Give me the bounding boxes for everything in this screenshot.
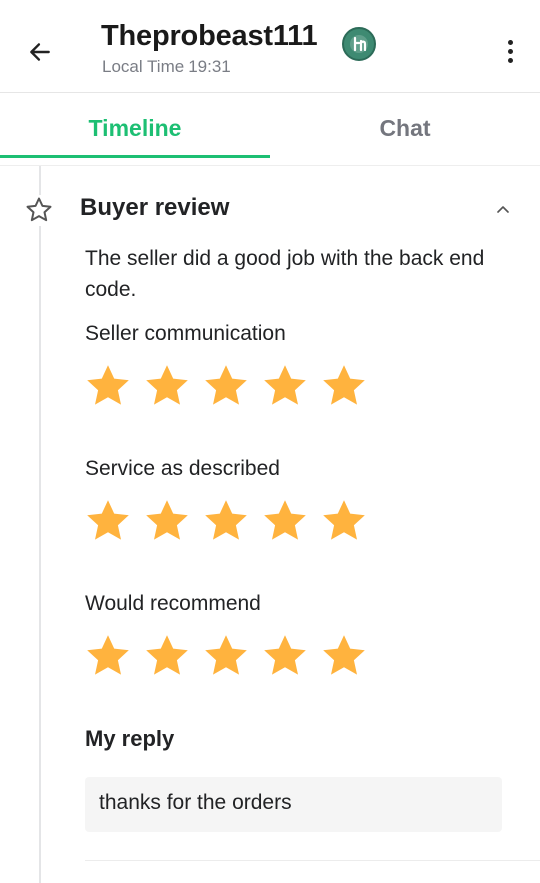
star-outline-icon [24,195,54,225]
review-title: Buyer review [80,194,230,221]
star-filled-icon [87,500,129,540]
star-filled-icon [264,635,306,675]
tab-chat[interactable]: Chat [270,93,540,163]
rating-label: Service as described [85,457,280,480]
divider [85,860,540,861]
user-badge-icon [350,35,368,53]
star-filled-icon [323,500,365,540]
rating-label: Seller communication [85,322,286,345]
reply-title: My reply [85,726,175,751]
star-rating [84,632,368,680]
timeline-line [39,166,41,196]
collapse-button[interactable] [491,199,515,219]
star-filled-icon [146,500,188,540]
conversation-header: Theprobeast111 Local Time 19:31 [0,0,540,93]
reply-text: thanks for the orders [85,777,502,832]
review-text: The seller did a good job with the back … [85,247,485,301]
local-time-label: Local Time [102,57,185,76]
star-filled-icon [205,365,247,405]
active-tab-indicator [0,155,270,158]
arrow-left-icon [30,43,50,61]
star-rating [84,497,368,545]
local-time-value: 19:31 [188,57,231,76]
back-button[interactable] [22,34,58,70]
tab-bar: Timeline Chat [0,93,540,166]
star-filled-icon [87,365,129,405]
timeline-line [39,226,41,883]
tab-timeline[interactable]: Timeline [0,93,270,163]
more-vertical-icon [507,39,513,45]
star-filled-icon [323,365,365,405]
star-filled-icon [205,635,247,675]
more-options-button[interactable] [496,36,524,66]
star-filled-icon [264,365,306,405]
rating-label: Would recommend [85,592,261,615]
local-time: Local Time 19:31 [102,57,231,77]
chevron-up-icon [497,206,509,213]
star-filled-icon [146,635,188,675]
star-filled-icon [205,500,247,540]
star-filled-icon [264,500,306,540]
star-rating [84,362,368,410]
star-filled-icon [87,635,129,675]
star-filled-icon [323,635,365,675]
star-filled-icon [146,365,188,405]
username[interactable]: Theprobeast111 [101,20,318,53]
avatar[interactable] [342,27,376,61]
